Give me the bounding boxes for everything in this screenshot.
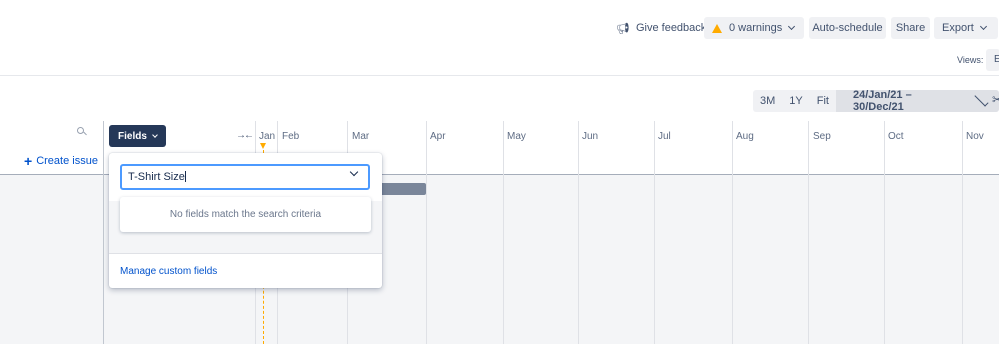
zoom-1y-button[interactable]: 1Y (782, 90, 809, 112)
no-match-message: No fields match the search criteria (120, 197, 371, 232)
export-label: Export (942, 22, 974, 34)
collapse-arrows-icon[interactable]: →← (236, 130, 254, 141)
month-label: Jan (259, 131, 276, 142)
chevron-down-icon[interactable] (349, 167, 359, 177)
chevron-down-icon (152, 131, 158, 138)
warnings-label: 0 warnings (729, 22, 783, 34)
dropdown-divider (109, 253, 382, 254)
grid-line (884, 121, 885, 344)
month-label: Mar (352, 131, 370, 142)
month-label: May (507, 131, 526, 142)
date-range-label: 24/Jan/21 – 30/Dec/21 (852, 89, 912, 113)
grid-line (578, 121, 579, 344)
field-search-input[interactable]: T-Shirt Size (120, 164, 370, 190)
fields-dropdown: T-Shirt Size No fields match the search … (109, 153, 382, 288)
date-range-select[interactable]: 24/Jan/21 – 30/Dec/21 (835, 89, 999, 113)
task-bar[interactable] (375, 183, 426, 195)
fields-label: Fields (118, 130, 147, 142)
top-toolbar: 📢︎ Give feedback 0 warnings Auto-schedul… (0, 17, 999, 39)
share-label: Share (895, 22, 926, 34)
warnings-button[interactable]: 0 warnings (704, 17, 804, 39)
chevron-down-icon (979, 22, 987, 31)
zoom-fit-button[interactable]: Fit (810, 90, 836, 112)
month-label: Sep (813, 131, 831, 142)
zoom-3m-button[interactable]: 3M (753, 90, 782, 112)
create-issue-label: Create issue (36, 155, 98, 167)
views-select-value: E (994, 54, 999, 65)
month-label: Nov (966, 131, 984, 142)
views-label: Views: (957, 55, 984, 65)
grid-line (503, 121, 504, 344)
field-search-value: T-Shirt Size (128, 171, 185, 183)
month-label: Aug (736, 131, 754, 142)
views-select[interactable]: E (986, 49, 999, 71)
toolbar-divider (0, 75, 999, 76)
grid-line (808, 121, 809, 344)
scissors-icon[interactable]: ✂ (992, 92, 999, 108)
chevron-down-icon (788, 22, 796, 31)
month-label: Jul (658, 131, 671, 142)
grid-line (962, 121, 963, 344)
give-feedback-button[interactable]: 📢︎ Give feedback (608, 17, 714, 39)
create-issue-button[interactable]: + Create issue (24, 153, 98, 169)
month-label: Jun (582, 131, 599, 142)
no-match-text: No fields match the search criteria (169, 209, 322, 220)
chevron-down-icon (974, 92, 989, 107)
share-button[interactable]: Share (891, 17, 930, 39)
megaphone-icon: 📢︎ (616, 22, 630, 35)
month-label: Feb (282, 131, 300, 142)
give-feedback-label: Give feedback (635, 22, 707, 34)
grid-line (426, 121, 427, 344)
plus-icon: + (24, 153, 33, 169)
month-label: Apr (430, 131, 446, 142)
auto-schedule-button[interactable]: Auto-schedule (809, 17, 886, 39)
zoom-controls: 3M 1Y Fit 24/Jan/21 – 30/Dec/21 (753, 89, 999, 113)
warning-icon (712, 23, 722, 33)
month-label: Oct (888, 131, 904, 142)
export-button[interactable]: Export (934, 17, 998, 39)
today-marker-icon (260, 143, 266, 149)
search-icon[interactable] (77, 127, 87, 136)
grid-line (654, 121, 655, 344)
text-caret (184, 171, 186, 182)
grid-line (732, 121, 733, 344)
auto-schedule-label: Auto-schedule (812, 22, 883, 34)
manage-custom-fields-link[interactable]: Manage custom fields (120, 266, 217, 277)
panel-divider-line (103, 121, 104, 344)
fields-button[interactable]: Fields (109, 125, 166, 147)
